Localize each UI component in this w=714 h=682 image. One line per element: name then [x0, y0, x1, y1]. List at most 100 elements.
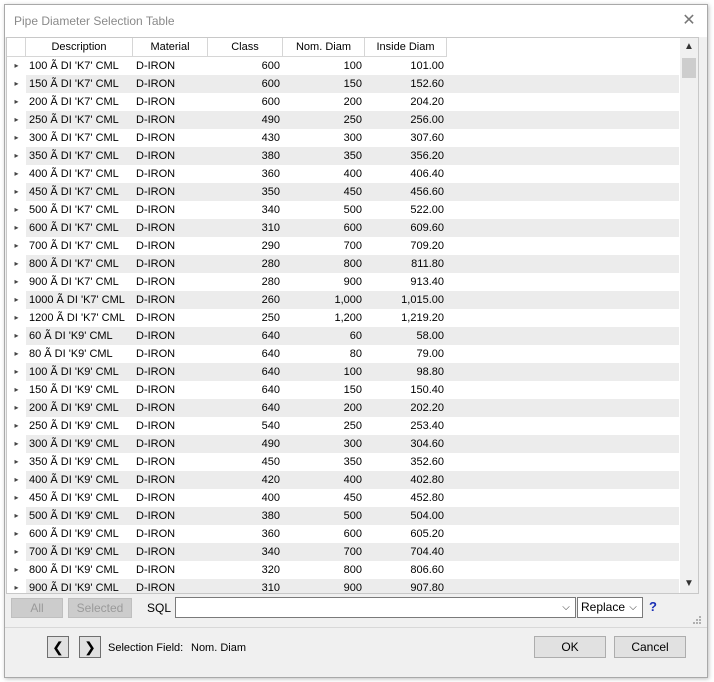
- cell-nom-diam[interactable]: 700: [283, 237, 365, 255]
- cell-description[interactable]: 300 Ã DI 'K9' CML: [26, 435, 133, 453]
- cell-description[interactable]: 600 Ã DI 'K7' CML: [26, 219, 133, 237]
- cell-inside-diam[interactable]: 98.80: [365, 363, 447, 381]
- cell-inside-diam[interactable]: 806.60: [365, 561, 447, 579]
- cell-material[interactable]: D-IRON: [133, 561, 208, 579]
- cell-material[interactable]: D-IRON: [133, 525, 208, 543]
- cell-class[interactable]: 340: [208, 201, 283, 219]
- cell-material[interactable]: D-IRON: [133, 327, 208, 345]
- cell-nom-diam[interactable]: 60: [283, 327, 365, 345]
- cell-class[interactable]: 490: [208, 435, 283, 453]
- cell-inside-diam[interactable]: 1,015.00: [365, 291, 447, 309]
- scroll-down-icon[interactable]: ▼: [680, 575, 698, 593]
- row-indicator-icon[interactable]: ▸: [7, 291, 26, 309]
- cell-description[interactable]: 450 Ã DI 'K9' CML: [26, 489, 133, 507]
- cell-nom-diam[interactable]: 500: [283, 201, 365, 219]
- cell-material[interactable]: D-IRON: [133, 255, 208, 273]
- row-indicator-icon[interactable]: ▸: [7, 57, 26, 75]
- cell-inside-diam[interactable]: 452.80: [365, 489, 447, 507]
- cell-class[interactable]: 640: [208, 399, 283, 417]
- table-row[interactable]: ▸ 250 Ã DI 'K7' CML D-IRON 490 250 256.00: [7, 111, 679, 129]
- table-row[interactable]: ▸ 1000 Ã DI 'K7' CML D-IRON 260 1,000 1,015.0…: [7, 291, 679, 309]
- cell-description[interactable]: 100 Ã DI 'K7' CML: [26, 57, 133, 75]
- cell-nom-diam[interactable]: 80: [283, 345, 365, 363]
- cell-description[interactable]: 200 Ã DI 'K7' CML: [26, 93, 133, 111]
- cell-nom-diam[interactable]: 350: [283, 147, 365, 165]
- cell-material[interactable]: D-IRON: [133, 345, 208, 363]
- cell-class[interactable]: 640: [208, 345, 283, 363]
- column-header-inside-diam[interactable]: Inside Diam: [365, 38, 447, 57]
- cell-nom-diam[interactable]: 150: [283, 75, 365, 93]
- cell-class[interactable]: 290: [208, 237, 283, 255]
- row-indicator-icon[interactable]: ▸: [7, 219, 26, 237]
- cell-class[interactable]: 600: [208, 93, 283, 111]
- ok-button[interactable]: OK: [534, 636, 606, 658]
- cell-inside-diam[interactable]: 504.00: [365, 507, 447, 525]
- cell-inside-diam[interactable]: 811.80: [365, 255, 447, 273]
- table-row[interactable]: ▸ 900 Ã DI 'K9' CML D-IRON 310 900 907.80: [7, 579, 679, 593]
- cell-inside-diam[interactable]: 522.00: [365, 201, 447, 219]
- cell-nom-diam[interactable]: 900: [283, 273, 365, 291]
- scroll-up-icon[interactable]: ▲: [680, 38, 698, 56]
- cell-inside-diam[interactable]: 152.60: [365, 75, 447, 93]
- row-indicator-icon[interactable]: ▸: [7, 309, 26, 327]
- table-row[interactable]: ▸ 80 Ã DI 'K9' CML D-IRON 640 80 79.00: [7, 345, 679, 363]
- row-indicator-icon[interactable]: ▸: [7, 489, 26, 507]
- cell-nom-diam[interactable]: 450: [283, 183, 365, 201]
- table-row[interactable]: ▸ 800 Ã DI 'K9' CML D-IRON 320 800 806.60: [7, 561, 679, 579]
- cell-inside-diam[interactable]: 150.40: [365, 381, 447, 399]
- cell-material[interactable]: D-IRON: [133, 579, 208, 593]
- cell-class[interactable]: 310: [208, 579, 283, 593]
- column-header-class[interactable]: Class: [208, 38, 283, 57]
- cell-material[interactable]: D-IRON: [133, 399, 208, 417]
- table-row[interactable]: ▸ 600 Ã DI 'K9' CML D-IRON 360 600 605.20: [7, 525, 679, 543]
- cell-inside-diam[interactable]: 913.40: [365, 273, 447, 291]
- cell-class[interactable]: 600: [208, 57, 283, 75]
- cell-nom-diam[interactable]: 900: [283, 579, 365, 593]
- row-indicator-icon[interactable]: ▸: [7, 435, 26, 453]
- cancel-button[interactable]: Cancel: [614, 636, 686, 658]
- cell-inside-diam[interactable]: 204.20: [365, 93, 447, 111]
- cell-nom-diam[interactable]: 400: [283, 471, 365, 489]
- cell-class[interactable]: 320: [208, 561, 283, 579]
- cell-inside-diam[interactable]: 907.80: [365, 579, 447, 593]
- row-indicator-icon[interactable]: ▸: [7, 561, 26, 579]
- cell-class[interactable]: 310: [208, 219, 283, 237]
- row-indicator-icon[interactable]: ▸: [7, 507, 26, 525]
- table-row[interactable]: ▸ 450 Ã DI 'K9' CML D-IRON 400 450 452.80: [7, 489, 679, 507]
- table-row[interactable]: ▸ 150 Ã DI 'K9' CML D-IRON 640 150 150.40: [7, 381, 679, 399]
- cell-nom-diam[interactable]: 300: [283, 129, 365, 147]
- cell-nom-diam[interactable]: 1,000: [283, 291, 365, 309]
- cell-description[interactable]: 1200 Ã DI 'K7' CML: [26, 309, 133, 327]
- cell-description[interactable]: 800 Ã DI 'K7' CML: [26, 255, 133, 273]
- cell-description[interactable]: 350 Ã DI 'K7' CML: [26, 147, 133, 165]
- cell-class[interactable]: 640: [208, 381, 283, 399]
- cell-nom-diam[interactable]: 150: [283, 381, 365, 399]
- table-row[interactable]: ▸ 100 Ã DI 'K7' CML D-IRON 600 100 101.00: [7, 57, 679, 75]
- cell-description[interactable]: 200 Ã DI 'K9' CML: [26, 399, 133, 417]
- row-indicator-icon[interactable]: ▸: [7, 93, 26, 111]
- cell-material[interactable]: D-IRON: [133, 543, 208, 561]
- cell-class[interactable]: 600: [208, 75, 283, 93]
- cell-description[interactable]: 150 Ã DI 'K7' CML: [26, 75, 133, 93]
- cell-material[interactable]: D-IRON: [133, 273, 208, 291]
- cell-inside-diam[interactable]: 1,219.20: [365, 309, 447, 327]
- cell-description[interactable]: 60 Ã DI 'K9' CML: [26, 327, 133, 345]
- column-header-description[interactable]: Description: [26, 38, 133, 57]
- cell-description[interactable]: 500 Ã DI 'K9' CML: [26, 507, 133, 525]
- cell-description[interactable]: 350 Ã DI 'K9' CML: [26, 453, 133, 471]
- cell-nom-diam[interactable]: 500: [283, 507, 365, 525]
- cell-description[interactable]: 250 Ã DI 'K7' CML: [26, 111, 133, 129]
- cell-nom-diam[interactable]: 350: [283, 453, 365, 471]
- row-indicator-icon[interactable]: ▸: [7, 129, 26, 147]
- cell-inside-diam[interactable]: 101.00: [365, 57, 447, 75]
- cell-material[interactable]: D-IRON: [133, 381, 208, 399]
- cell-class[interactable]: 280: [208, 273, 283, 291]
- chevron-down-icon[interactable]: ⌵: [559, 598, 573, 617]
- all-button[interactable]: All: [11, 598, 63, 618]
- table-row[interactable]: ▸ 1200 Ã DI 'K7' CML D-IRON 250 1,200 1,219.2…: [7, 309, 679, 327]
- cell-inside-diam[interactable]: 307.60: [365, 129, 447, 147]
- row-indicator-icon[interactable]: ▸: [7, 579, 26, 593]
- row-indicator-icon[interactable]: ▸: [7, 201, 26, 219]
- row-indicator-icon[interactable]: ▸: [7, 273, 26, 291]
- table-row[interactable]: ▸ 800 Ã DI 'K7' CML D-IRON 280 800 811.80: [7, 255, 679, 273]
